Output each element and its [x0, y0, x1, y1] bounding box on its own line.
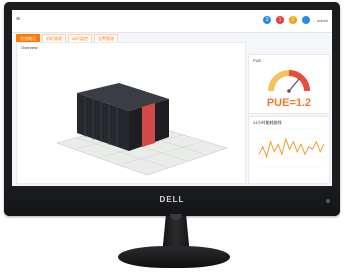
alert-icon-red[interactable]: 1	[276, 16, 284, 24]
pue-panel: PUE PUE=1.2	[248, 54, 330, 114]
screen: ≡ 312 admin 总览概况机柜管理动环监控告警管理 Overview	[12, 10, 332, 186]
chart-title: 24小时能耗曲线	[253, 120, 282, 125]
user-label[interactable]: admin	[317, 18, 328, 23]
chart-panel: 24小时能耗曲线	[248, 116, 330, 184]
power-light	[326, 199, 330, 203]
user-icon[interactable]	[302, 16, 310, 24]
pue-panel-title: PUE	[253, 58, 262, 63]
brand-logo: DELL	[159, 195, 185, 204]
alert-icon-blue[interactable]: 3	[263, 16, 271, 24]
pue-value: PUE=1.2	[266, 97, 312, 109]
main-title: Overview	[21, 45, 38, 50]
monitor-base	[118, 246, 230, 268]
top-icons: 312	[263, 16, 310, 24]
menu-icon[interactable]: ≡	[16, 16, 22, 23]
datacenter-illustration	[56, 83, 228, 176]
main-panel: Overview	[16, 42, 246, 184]
alert-icon-orange[interactable]: 2	[289, 16, 297, 24]
top-bar: ≡ 312 admin	[12, 10, 332, 33]
